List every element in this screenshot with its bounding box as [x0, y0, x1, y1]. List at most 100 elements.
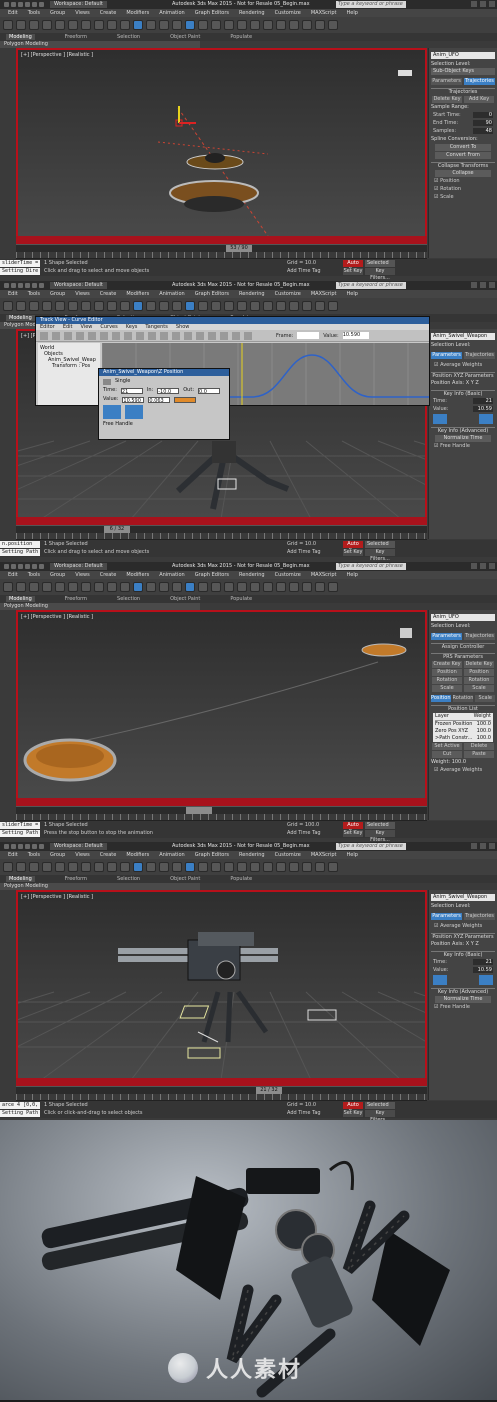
workspace-select[interactable]: Workspace: Default — [50, 1, 107, 8]
toolbar-tool-icon[interactable] — [289, 862, 299, 872]
key-nav-icon[interactable] — [103, 378, 111, 385]
ribbon-tab-object-paint[interactable]: Object Paint — [170, 34, 200, 40]
key-filters-button[interactable]: Key Filters... — [365, 268, 395, 281]
free-handle-checkbox[interactable]: Free Handle — [434, 1004, 492, 1011]
toolbar-tool-icon[interactable] — [133, 20, 143, 30]
menu-rendering[interactable]: Rendering — [239, 572, 265, 578]
add-time-tag[interactable]: Add Time Tag — [287, 1110, 321, 1116]
menu-maxscript[interactable]: MAXScript — [311, 572, 337, 578]
curve-tool-icon[interactable] — [196, 331, 204, 340]
average-weights-checkbox[interactable]: Average Weights — [434, 767, 492, 774]
prs-button[interactable]: Scale — [464, 685, 494, 692]
ribbon-tab-selection[interactable]: Selection — [117, 876, 140, 882]
ribbon-tab-modeling[interactable]: Modeling — [6, 315, 35, 321]
toolbar-tool-icon[interactable] — [68, 301, 78, 311]
curve-menu-item[interactable]: Show — [176, 324, 190, 330]
toolbar-tool-icon[interactable] — [172, 862, 182, 872]
toolbar-tool-icon[interactable] — [328, 582, 338, 592]
toolbar-tool-icon[interactable] — [146, 20, 156, 30]
menu-animation[interactable]: Animation — [159, 10, 185, 16]
collapse-transforms-rollout[interactable]: Collapse Transforms — [431, 162, 495, 169]
toolbar-tool-icon[interactable] — [211, 301, 221, 311]
key-info-input[interactable]: 10.59 — [473, 406, 493, 412]
toolbar-tool-icon[interactable] — [120, 582, 130, 592]
curve-tool-icon[interactable] — [208, 331, 216, 340]
menu-customize[interactable]: Customize — [275, 572, 301, 578]
frame-input[interactable] — [297, 332, 320, 339]
auto-key-button[interactable]: Auto Key — [343, 822, 363, 835]
toolbar-tool-icon[interactable] — [94, 582, 104, 592]
toolbar-tool-icon[interactable] — [276, 862, 286, 872]
prs-button[interactable]: Rotation — [432, 677, 462, 684]
average-weights-checkbox[interactable]: Average Weights — [434, 923, 492, 930]
menu-graph-editors[interactable]: Graph Editors — [195, 291, 229, 297]
maxscript-listener-top[interactable]: arce 4 [0,0, — [0, 1102, 40, 1109]
prs-tab[interactable]: Position — [431, 695, 451, 702]
value-input[interactable]: 10.590 — [342, 332, 369, 339]
ribbon-tab-populate[interactable]: Populate — [230, 596, 252, 602]
maxscript-listener-top[interactable]: sliderTime = — [0, 822, 40, 829]
toolbar-tool-icon[interactable] — [55, 20, 65, 30]
toolbar-tool-icon[interactable] — [263, 582, 273, 592]
key-filters-button[interactable]: Key Filters... — [365, 830, 395, 842]
toolbar-tool-icon[interactable] — [302, 20, 312, 30]
toolbar-tool-icon[interactable] — [289, 301, 299, 311]
perspective-viewport[interactable]: [+] [Perspective ] [Realistic ] — [16, 48, 427, 244]
toolbar-tool-icon[interactable] — [94, 20, 104, 30]
menu-edit[interactable]: Edit — [8, 10, 18, 16]
menu-graph-editors[interactable]: Graph Editors — [195, 10, 229, 16]
menu-maxscript[interactable]: MAXScript — [311, 852, 337, 858]
curve-menu-item[interactable]: Tangents — [145, 324, 167, 330]
list-row[interactable]: >Path Constr... 100.0 — [435, 735, 491, 742]
search-input[interactable]: Type a keyword or phrase — [336, 282, 406, 289]
toolbar-tool-icon[interactable] — [185, 20, 195, 30]
toolbar-tool-icon[interactable] — [68, 862, 78, 872]
tab-parameters[interactable]: Parameters — [431, 78, 462, 85]
ribbon-tab-freeform[interactable]: Freeform — [65, 596, 87, 602]
toolbar-tool-icon[interactable] — [3, 862, 13, 872]
toolbar-tool-icon[interactable] — [29, 582, 39, 592]
menu-customize[interactable]: Customize — [275, 291, 301, 297]
toolbar-tool-icon[interactable] — [237, 582, 247, 592]
list-button[interactable]: Delete — [464, 743, 494, 750]
prs-button[interactable]: Create Key — [432, 661, 462, 668]
time-slider-thumb[interactable]: 53 / 90 — [226, 245, 252, 252]
toolbar-tool-icon[interactable] — [16, 582, 26, 592]
toolbar-tool-icon[interactable] — [16, 20, 26, 30]
menu-create[interactable]: Create — [100, 291, 117, 297]
curve-tool-icon[interactable] — [112, 331, 120, 340]
toolbar-tool-icon[interactable] — [211, 20, 221, 30]
trajectories-rollout[interactable]: Trajectories — [431, 88, 495, 95]
assign-controller-rollout[interactable]: Assign Controller — [431, 643, 495, 650]
weight-row[interactable]: Weight: 100.0 — [431, 759, 495, 766]
key-info-input[interactable]: 21 — [473, 959, 493, 965]
menu-create[interactable]: Create — [100, 10, 117, 16]
perspective-viewport[interactable]: [+] [Perspective ] [Realistic ] — [16, 890, 427, 1086]
toolbar-tool-icon[interactable] — [198, 20, 208, 30]
out-tangent-icon[interactable] — [125, 405, 143, 419]
menu-modifiers[interactable]: Modifiers — [126, 10, 149, 16]
menu-views[interactable]: Views — [75, 10, 89, 16]
toolbar-tool-icon[interactable] — [198, 582, 208, 592]
curve-tool-icon[interactable] — [172, 331, 180, 340]
toolbar-tool-icon[interactable] — [237, 301, 247, 311]
toolbar-tool-icon[interactable] — [107, 20, 117, 30]
workspace-select[interactable]: Workspace: Default — [50, 843, 107, 850]
maximize-icon[interactable] — [480, 843, 486, 849]
object-name-field[interactable]: Anim_UFO — [431, 52, 495, 59]
menu-group[interactable]: Group — [50, 291, 65, 297]
maximize-icon[interactable] — [480, 1, 486, 7]
time-slider[interactable] — [16, 806, 427, 814]
curve-tool-icon[interactable] — [160, 331, 168, 340]
position-xyz-rollout[interactable]: Position XYZ Parameters — [431, 372, 495, 379]
curve-tool-icon[interactable] — [136, 331, 144, 340]
toolbar-tool-icon[interactable] — [224, 20, 234, 30]
menu-create[interactable]: Create — [100, 852, 117, 858]
normalize-time-button[interactable]: Normalize Time — [435, 435, 491, 442]
tangent-in-icon[interactable] — [433, 414, 447, 424]
toolbar-tool-icon[interactable] — [81, 301, 91, 311]
toolbar-tool-icon[interactable] — [81, 20, 91, 30]
menu-tools[interactable]: Tools — [28, 572, 40, 578]
set-key-button[interactable]: Set Key — [343, 549, 363, 556]
menu-animation[interactable]: Animation — [159, 852, 185, 858]
